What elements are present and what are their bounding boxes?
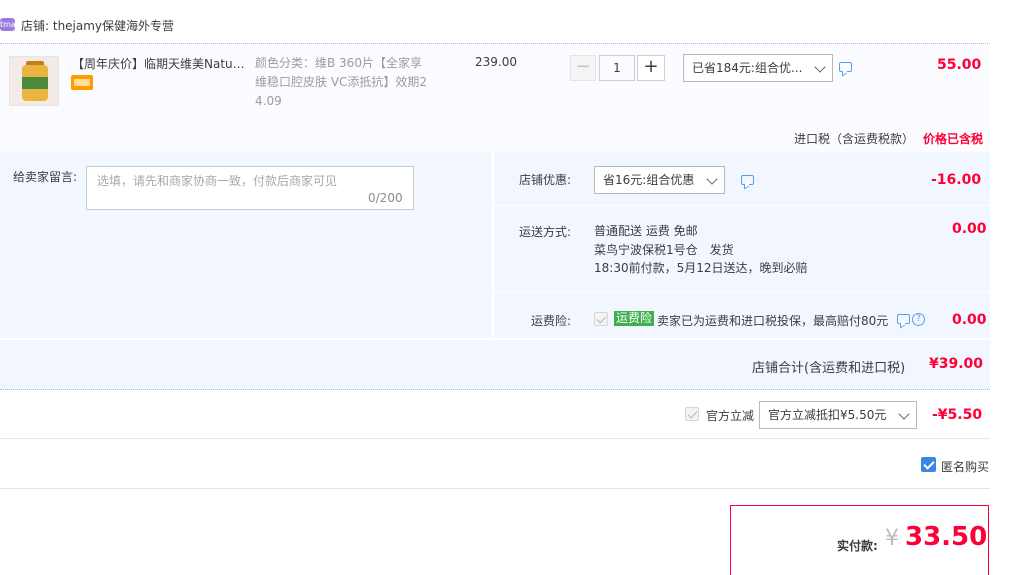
insurance-label: 运费险: <box>531 314 572 328</box>
shop-discount-select[interactable]: 省16元:组合优惠 <box>594 166 725 194</box>
shop-discount-label: 店铺优惠: <box>519 173 572 187</box>
shop-total-value: ¥39.00 <box>929 356 984 372</box>
sku-line-1: 颜色分类：维B 360片【全家享 <box>255 56 422 70</box>
insurance-badge: 运费险 <box>614 311 655 326</box>
payment-amount: 33.50 <box>905 522 988 552</box>
memo-char-count: 0/200 <box>368 191 403 205</box>
chat-icon[interactable] <box>839 62 852 72</box>
horizontal-divider <box>0 338 990 340</box>
memo-label: 给卖家留言: <box>13 170 78 184</box>
shop-discount-select-value: 省16元:组合优惠 <box>603 173 695 187</box>
chat-icon[interactable] <box>741 175 754 185</box>
import-tax-label: 进口税（含运费税款） <box>794 132 915 146</box>
insurance-checkbox <box>594 312 608 326</box>
shipping-method: 普通配送 运费 免邮 <box>594 224 698 238</box>
shipping-amount: 0.00 <box>952 221 987 237</box>
item-promo-select-value: 已省184元:组合优... <box>692 61 803 75</box>
import-tax-value: 价格已含税 <box>923 132 984 146</box>
quantity-input[interactable]: 1 <box>599 55 635 81</box>
shipping-warehouse: 菜鸟宁波保税1号仓 发货 <box>594 242 734 257</box>
section-divider <box>0 488 990 489</box>
item-promo-select[interactable]: 已省184元:组合优... <box>683 54 833 82</box>
section-divider <box>0 438 990 439</box>
official-discount-label: 官方立减 <box>706 409 755 423</box>
quantity-decrease-button[interactable]: − <box>570 55 596 81</box>
official-discount-value: -¥5.50 <box>932 407 983 423</box>
shop-total-label: 店铺合计(含运费和进口税) <box>752 361 906 376</box>
official-discount-checkbox <box>685 407 699 421</box>
memo-placeholder: 选填，请先和商家协商一致，付款后商家可见 <box>97 174 338 188</box>
quantity-increase-button[interactable]: + <box>637 55 665 81</box>
official-discount-select[interactable]: 官方立减抵扣¥5.50元 <box>759 401 917 429</box>
product-title[interactable]: 【周年庆价】临期天维美Nature Made <box>72 55 248 72</box>
payment-currency: ¥ <box>885 526 899 551</box>
product-sku: 颜色分类：维B 360片【全家享 维稳口腔皮肤 VC添抵抗】效期2 4.09 <box>255 54 435 111</box>
item-total: 55.00 <box>937 57 982 73</box>
sku-line-3: 4.09 <box>255 94 282 108</box>
shipping-label: 运送方式: <box>519 225 572 239</box>
row-divider <box>494 292 990 293</box>
vertical-divider <box>492 152 494 338</box>
row-divider <box>494 205 990 206</box>
insurance-text: 卖家已为运费和进口税投保，最高赔付80元 <box>657 314 889 328</box>
insurance-amount: 0.00 <box>952 312 987 328</box>
shop-discount-amount: -16.00 <box>931 172 982 188</box>
shop-name[interactable]: 店铺: thejamy保健海外专营 <box>21 17 174 34</box>
official-discount-select-value: 官方立减抵扣¥5.50元 <box>768 408 887 422</box>
anonymous-label[interactable]: 匿名购买 <box>941 458 989 475</box>
shipping-details: 普通配送 运费 免邮 菜鸟宁波保税1号仓 发货 18:30前付款，5月12日送达… <box>594 222 808 278</box>
chevron-down-icon <box>898 408 910 420</box>
shop-icon: tmall <box>0 18 21 31</box>
payment-label: 实付款: <box>837 539 878 553</box>
sku-line-2: 维稳口腔皮肤 VC添抵抗】效期2 <box>255 75 428 89</box>
chevron-down-icon <box>814 61 826 73</box>
bottle-label-graphic <box>22 77 48 89</box>
shipping-eta: 18:30前付款，5月12日送达，晚到必赔 <box>594 261 808 275</box>
unit-price: 239.00 <box>475 55 517 69</box>
help-icon[interactable]: ? <box>912 313 925 326</box>
product-thumbnail[interactable] <box>9 56 59 106</box>
credit-card-icon <box>71 75 93 90</box>
chevron-down-icon <box>706 173 718 185</box>
chat-icon[interactable] <box>897 314 910 324</box>
anonymous-checkbox[interactable] <box>921 457 936 472</box>
